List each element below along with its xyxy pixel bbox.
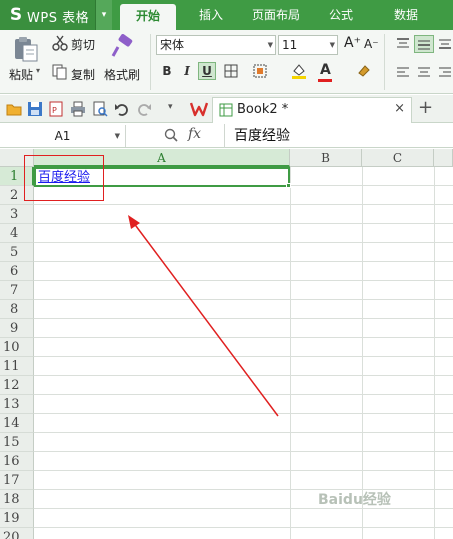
paste-dropdown-icon[interactable]: ▾ [36, 66, 40, 75]
paste-button[interactable]: 粘贴 [9, 66, 33, 83]
redo-icon[interactable] [136, 101, 152, 117]
menu-bar: S WPS 表格 ▾ 开始 插入 页面布局 公式 数据 [0, 0, 453, 30]
borders-icon[interactable] [224, 64, 238, 78]
insert-function-button[interactable]: fx [188, 126, 201, 142]
document-tab[interactable]: Book2 * × [212, 97, 412, 123]
shrink-font-button[interactable]: A⁻ [364, 37, 379, 51]
format-painter-button[interactable]: 格式刷 [104, 66, 140, 83]
zoom-icon[interactable] [164, 128, 178, 142]
name-box[interactable]: A1 ▼ [0, 125, 126, 147]
tab-formulas[interactable]: 公式 [316, 0, 366, 30]
ribbon: 粘贴 ▾ 剪切 复制 格式刷 宋体 ▼ 11 ▼ A⁺ A⁻ B I U A [0, 30, 453, 94]
quick-access-bar: P ▾ Book2 * × + [0, 95, 453, 123]
ribbon-divider [150, 34, 151, 90]
align-bottom-icon[interactable] [438, 38, 452, 50]
tab-home[interactable]: 开始 [120, 4, 176, 30]
paste-icon[interactable] [12, 36, 40, 62]
print-icon[interactable] [70, 101, 86, 117]
name-box-value: A1 [54, 129, 71, 143]
align-top-icon[interactable] [396, 38, 410, 50]
tab-page-layout[interactable]: 页面布局 [244, 0, 308, 30]
italic-button[interactable]: I [178, 62, 196, 80]
font-color-button[interactable]: A [320, 62, 331, 78]
merge-cells-icon[interactable] [253, 64, 267, 78]
align-center-icon[interactable] [417, 66, 431, 78]
align-middle-icon [418, 40, 430, 50]
font-name-value: 宋体 [160, 38, 185, 52]
watermark-logo: Baidu经验 [318, 492, 391, 508]
clear-format-icon[interactable] [356, 63, 372, 79]
app-menu-button[interactable]: S WPS 表格 ▾ [0, 0, 112, 30]
font-name-select[interactable]: 宋体 ▼ [156, 35, 276, 55]
app-name: WPS 表格 [27, 11, 90, 26]
cut-button[interactable]: 剪切 [71, 36, 95, 53]
font-color-swatch [318, 79, 332, 82]
app-menu-dropdown-icon[interactable]: ▾ [95, 0, 112, 30]
grow-font-button[interactable]: A⁺ [344, 35, 361, 51]
ribbon-divider [384, 34, 385, 90]
font-size-select[interactable]: 11 ▼ [278, 35, 338, 55]
font-size-value: 11 [282, 38, 298, 52]
wps-w-logo-icon [190, 102, 208, 117]
chevron-down-icon[interactable]: ▼ [115, 125, 120, 147]
scissors-icon[interactable] [52, 35, 68, 51]
bold-button[interactable]: B [158, 62, 176, 80]
export-pdf-icon[interactable]: P [48, 101, 64, 117]
copy-button[interactable]: 复制 [71, 66, 95, 83]
close-icon[interactable]: × [394, 101, 405, 116]
open-folder-icon[interactable] [6, 101, 22, 117]
undo-icon[interactable] [114, 101, 130, 117]
formula-bar: A1 ▼ fx 百度经验 [0, 124, 453, 148]
save-icon[interactable] [27, 101, 43, 117]
annotation-arrow-icon [128, 215, 279, 417]
copy-icon[interactable] [52, 64, 68, 80]
spreadsheet-file-icon [219, 103, 233, 117]
align-right-icon[interactable] [438, 66, 452, 78]
new-tab-icon[interactable]: + [418, 97, 433, 118]
svg-text:P: P [52, 106, 57, 115]
underline-button[interactable]: U [198, 62, 216, 80]
customize-quick-access-icon[interactable]: ▾ [168, 102, 173, 112]
tab-insert[interactable]: 插入 [186, 0, 236, 30]
tab-data[interactable]: 数据 [378, 0, 434, 30]
chevron-down-icon: ▼ [329, 41, 335, 49]
align-left-icon[interactable] [396, 66, 410, 78]
spreadsheet-grid[interactable]: A B C 1 2 3 4 5 6 7 8 9 10 11 12 13 14 15 16 17 18 19 20 百度… [0, 149, 453, 539]
wps-logo-icon: S [9, 5, 23, 25]
format-painter-icon[interactable] [110, 34, 134, 58]
fill-color-icon[interactable] [290, 62, 308, 80]
print-preview-icon[interactable] [92, 101, 108, 117]
document-tab-name: Book2 * [237, 102, 289, 117]
formula-input[interactable]: 百度经验 [224, 124, 453, 148]
chevron-down-icon: ▼ [267, 41, 273, 49]
align-middle-button[interactable] [414, 35, 434, 53]
